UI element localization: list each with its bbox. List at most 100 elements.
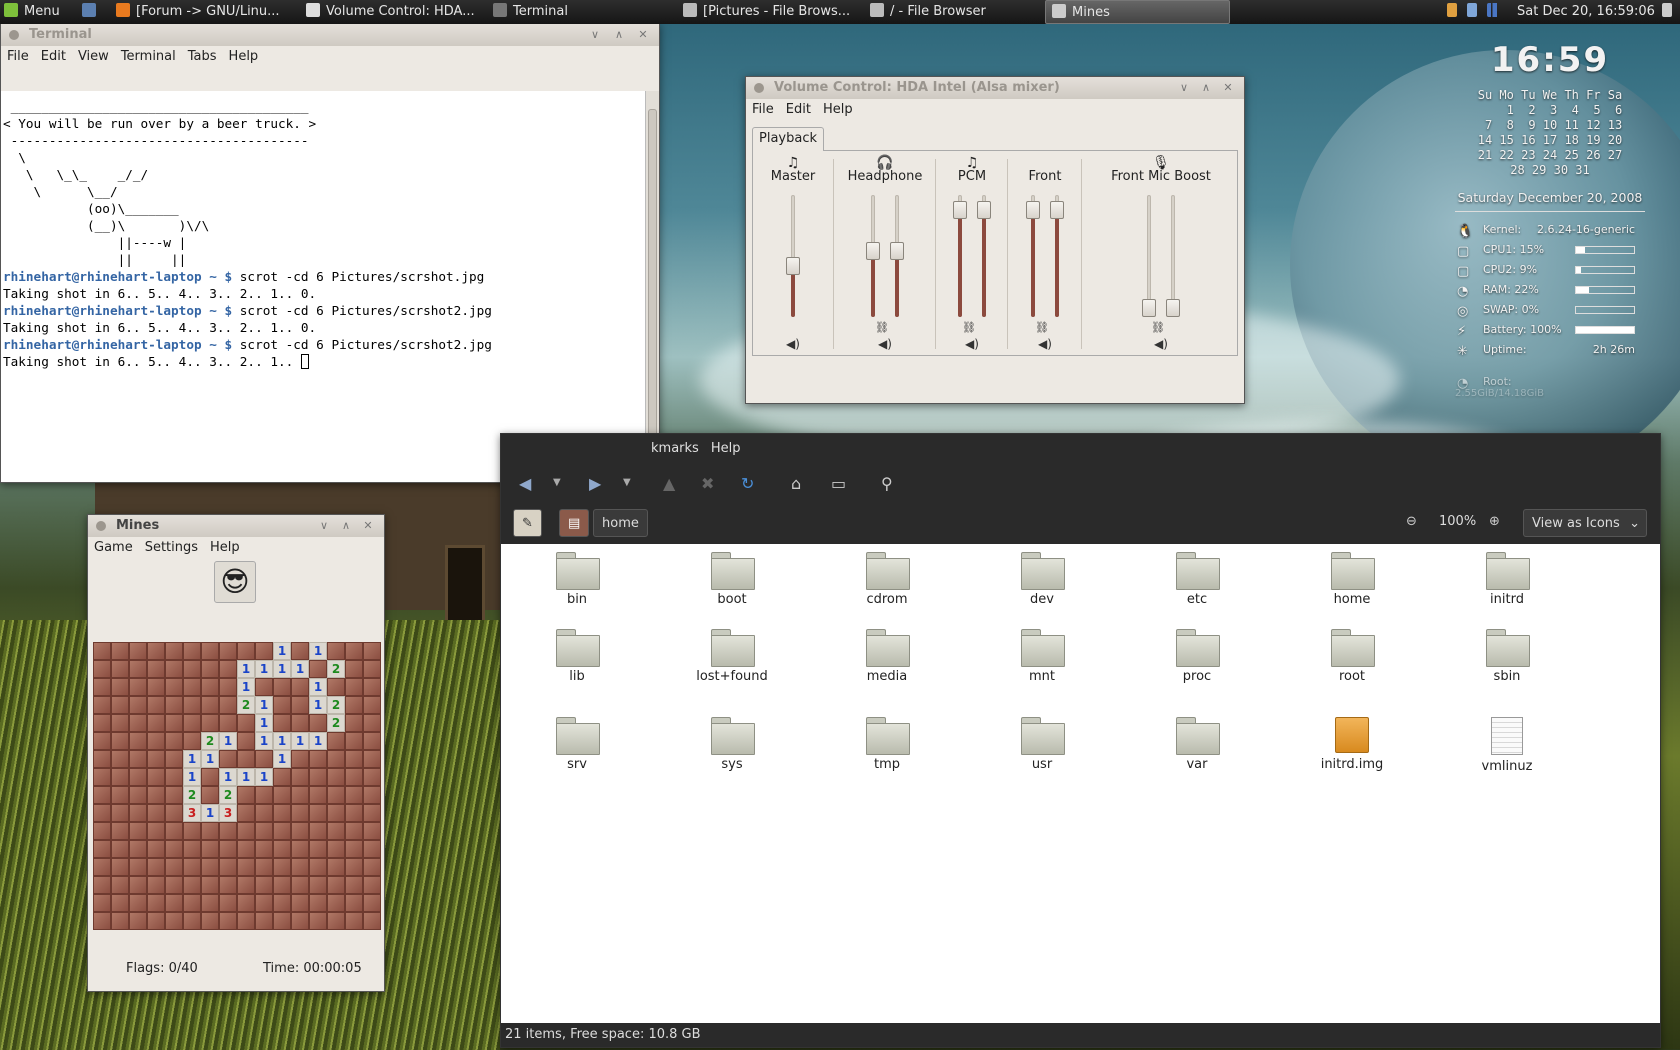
- mine-cell[interactable]: [291, 858, 309, 876]
- mine-cell[interactable]: [165, 840, 183, 858]
- mine-cell[interactable]: [273, 822, 291, 840]
- mine-cell[interactable]: [237, 786, 255, 804]
- mine-cell[interactable]: [147, 768, 165, 786]
- minimize-button[interactable]: ∨: [585, 24, 605, 46]
- mine-cell[interactable]: [147, 822, 165, 840]
- mine-cell[interactable]: [111, 732, 129, 750]
- mine-cell[interactable]: [129, 696, 147, 714]
- mine-cell[interactable]: [183, 678, 201, 696]
- menu-help[interactable]: Help: [711, 441, 741, 456]
- mine-cell[interactable]: [165, 786, 183, 804]
- mine-cell[interactable]: [345, 894, 363, 912]
- reload-icon[interactable]: ↻: [741, 474, 754, 493]
- volume-icon[interactable]: [1662, 0, 1678, 24]
- file-item[interactable]: vmlinuz: [1447, 717, 1567, 774]
- mine-cell[interactable]: [327, 732, 345, 750]
- mine-cell[interactable]: [309, 840, 327, 858]
- taskbar-item[interactable]: / - File Browser: [864, 0, 1014, 24]
- minimize-button[interactable]: ∨: [1174, 77, 1194, 99]
- mine-cell[interactable]: 1: [183, 768, 201, 786]
- menu-view[interactable]: View: [78, 49, 109, 64]
- mine-cell[interactable]: [237, 642, 255, 660]
- volume-slider-handle[interactable]: [1026, 201, 1040, 220]
- mine-cell[interactable]: [327, 840, 345, 858]
- mine-cell[interactable]: [291, 696, 309, 714]
- mine-cell[interactable]: [201, 912, 219, 930]
- mine-cell[interactable]: [363, 714, 381, 732]
- mine-cell[interactable]: [345, 696, 363, 714]
- mine-cell[interactable]: [363, 750, 381, 768]
- mine-cell[interactable]: [129, 912, 147, 930]
- mine-cell[interactable]: [183, 642, 201, 660]
- maximize-button[interactable]: ∧: [336, 515, 356, 537]
- mine-cell[interactable]: [93, 642, 111, 660]
- mine-cell[interactable]: [201, 714, 219, 732]
- mine-cell[interactable]: [93, 822, 111, 840]
- mine-cell[interactable]: [237, 732, 255, 750]
- stop-icon[interactable]: ✖: [701, 474, 714, 493]
- mine-cell[interactable]: [345, 642, 363, 660]
- taskbar-item[interactable]: Volume Control: HDA...: [300, 0, 480, 24]
- mine-cell[interactable]: [183, 732, 201, 750]
- mine-cell[interactable]: [345, 876, 363, 894]
- mine-cell[interactable]: 1: [219, 732, 237, 750]
- mine-cell[interactable]: [345, 750, 363, 768]
- mine-cell[interactable]: [219, 678, 237, 696]
- volume-slider-handle[interactable]: [1050, 201, 1064, 220]
- mine-cell[interactable]: [183, 696, 201, 714]
- mines-window[interactable]: Mines ∨ ∧ ✕ Game Settings Help 😎 111111211…: [87, 514, 385, 992]
- mine-cell[interactable]: [93, 894, 111, 912]
- file-browser-window[interactable]: kmarks Help ◀ ▼ ▶ ▼ ▲ ✖ ↻ ⌂ ▭ ⚲ ✎ ▤ home …: [500, 433, 1661, 1048]
- mine-cell[interactable]: [237, 822, 255, 840]
- mine-cell[interactable]: [309, 750, 327, 768]
- mine-cell[interactable]: [165, 804, 183, 822]
- taskbar-item[interactable]: Terminal: [487, 0, 627, 24]
- mine-cell[interactable]: [327, 786, 345, 804]
- mine-cell[interactable]: [309, 714, 327, 732]
- mine-cell[interactable]: [219, 858, 237, 876]
- mine-cell[interactable]: [129, 876, 147, 894]
- mine-cell[interactable]: [111, 768, 129, 786]
- mine-cell[interactable]: [273, 768, 291, 786]
- mine-cell[interactable]: [327, 768, 345, 786]
- mine-cell[interactable]: [273, 876, 291, 894]
- menu-tabs[interactable]: Tabs: [188, 49, 217, 64]
- mine-cell[interactable]: [345, 732, 363, 750]
- mine-cell[interactable]: [111, 894, 129, 912]
- close-button[interactable]: ✕: [1218, 77, 1238, 99]
- volume-slider-handle[interactable]: [977, 201, 991, 220]
- mine-cell[interactable]: [255, 804, 273, 822]
- mine-cell[interactable]: [363, 822, 381, 840]
- file-item[interactable]: home: [1292, 552, 1412, 607]
- mine-cell[interactable]: [255, 840, 273, 858]
- mine-cell[interactable]: [147, 804, 165, 822]
- mine-cell[interactable]: [363, 678, 381, 696]
- mine-cell[interactable]: [291, 750, 309, 768]
- mine-cell[interactable]: [237, 912, 255, 930]
- mine-cell[interactable]: [327, 678, 345, 696]
- mine-cell[interactable]: [363, 840, 381, 858]
- mine-cell[interactable]: [291, 894, 309, 912]
- mine-cell[interactable]: [183, 660, 201, 678]
- file-item[interactable]: lib: [517, 629, 637, 684]
- mine-cell[interactable]: 1: [309, 732, 327, 750]
- mine-cell[interactable]: 2: [327, 696, 345, 714]
- mine-cell[interactable]: [201, 678, 219, 696]
- mine-cell[interactable]: [129, 750, 147, 768]
- file-item[interactable]: boot: [672, 552, 792, 607]
- mine-cell[interactable]: [165, 696, 183, 714]
- mine-cell[interactable]: 3: [183, 804, 201, 822]
- mine-cell[interactable]: [129, 894, 147, 912]
- menu-file[interactable]: File: [752, 102, 774, 117]
- lock-icon[interactable]: [1447, 3, 1457, 17]
- mine-cell[interactable]: [273, 840, 291, 858]
- volume-slider-handle[interactable]: [786, 257, 800, 276]
- mine-cell[interactable]: [363, 894, 381, 912]
- menu-file[interactable]: File: [7, 49, 29, 64]
- mine-cell[interactable]: [93, 750, 111, 768]
- mine-cell[interactable]: [111, 858, 129, 876]
- mine-cell[interactable]: [327, 642, 345, 660]
- mine-cell[interactable]: [363, 858, 381, 876]
- mine-cell[interactable]: [219, 696, 237, 714]
- terminal-window[interactable]: Terminal ∨ ∧ ✕ File Edit View Terminal Tabs H…: [0, 23, 660, 483]
